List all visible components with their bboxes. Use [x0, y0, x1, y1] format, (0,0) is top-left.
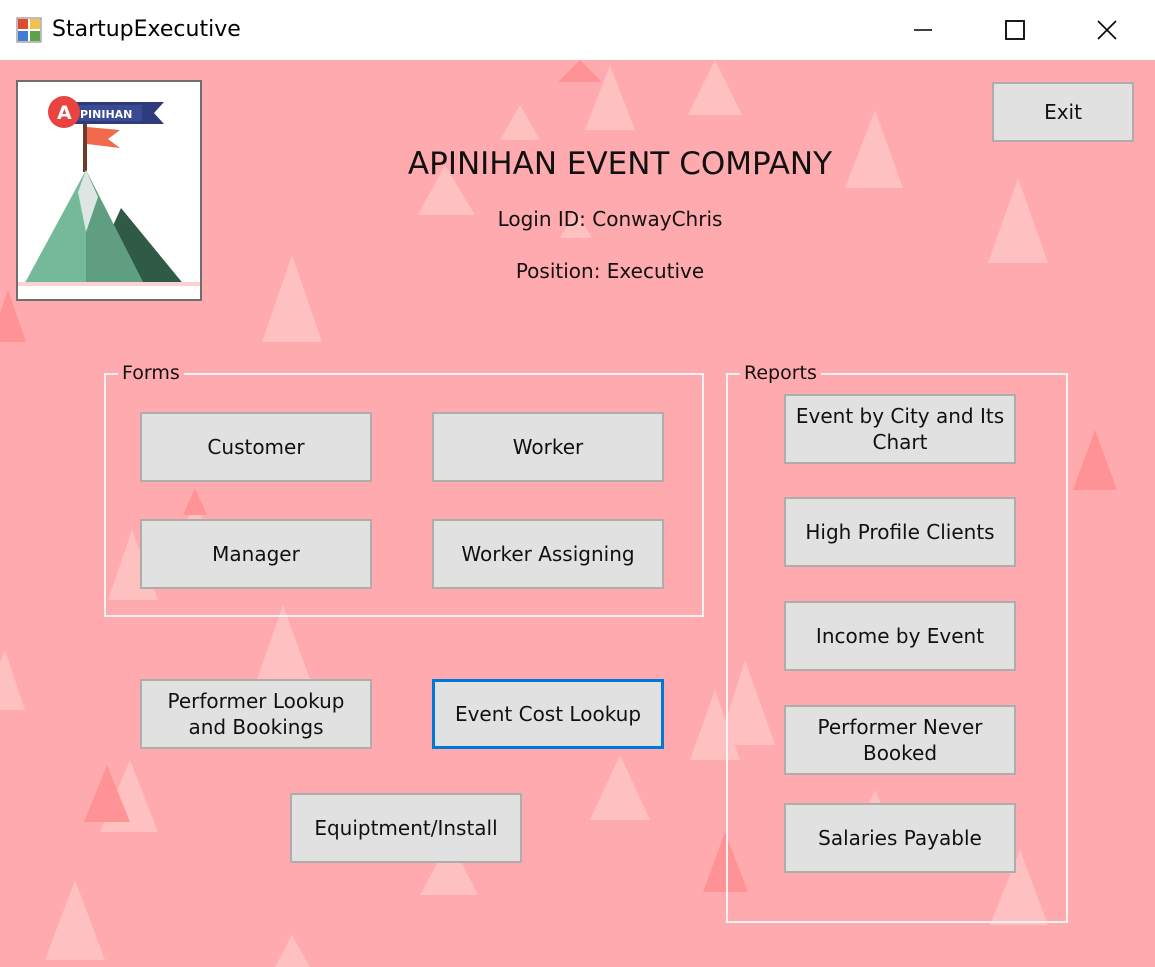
high-profile-clients-button[interactable]: High Profile Clients	[784, 497, 1016, 567]
salaries-payable-button[interactable]: Salaries Payable	[784, 803, 1016, 873]
manager-button[interactable]: Manager	[140, 519, 372, 589]
performer-lookup-button[interactable]: Performer Lookup and Bookings	[140, 679, 372, 749]
position-label: Position: Executive	[515, 259, 705, 283]
company-logo: PINIHAN A	[16, 80, 202, 301]
svg-text:PINIHAN: PINIHAN	[80, 108, 132, 121]
maximize-button[interactable]	[969, 0, 1061, 60]
window-title: StartupExecutive	[52, 17, 241, 42]
worker-button[interactable]: Worker	[432, 412, 664, 482]
reports-group-label: Reports	[740, 361, 821, 385]
maximize-icon	[1005, 20, 1025, 40]
svg-text:A: A	[57, 102, 72, 124]
mountain-flag-logo-image: PINIHAN A	[18, 82, 200, 299]
form-app-icon	[16, 17, 42, 43]
form-client-area: PINIHAN A APINIHAN EVENT COMPANY Login I…	[0, 60, 1155, 967]
close-icon	[1097, 20, 1117, 40]
minimize-button[interactable]	[877, 0, 969, 60]
event-by-city-button[interactable]: Event by City and Its Chart	[784, 394, 1016, 464]
minimize-icon	[914, 29, 932, 31]
title-bar: StartupExecutive	[0, 0, 1155, 60]
income-by-event-button[interactable]: Income by Event	[784, 601, 1016, 671]
company-title: APINIHAN EVENT COMPANY	[407, 146, 833, 182]
equipment-install-button[interactable]: Equiptment/Install	[290, 793, 522, 863]
worker-assigning-button[interactable]: Worker Assigning	[432, 519, 664, 589]
forms-group-label: Forms	[118, 361, 184, 385]
performer-never-booked-button[interactable]: Performer Never Booked	[784, 705, 1016, 775]
close-button[interactable]	[1061, 0, 1153, 60]
login-id-label: Login ID: ConwayChris	[497, 207, 723, 231]
customer-button[interactable]: Customer	[140, 412, 372, 482]
exit-button[interactable]: Exit	[992, 82, 1134, 142]
event-cost-lookup-button[interactable]: Event Cost Lookup	[432, 679, 664, 749]
